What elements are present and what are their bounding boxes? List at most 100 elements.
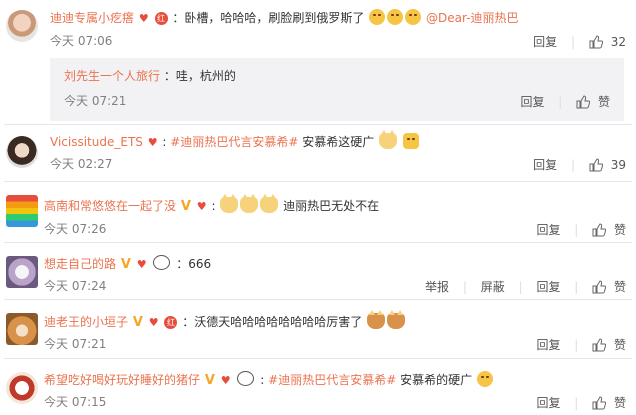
comment-actions: 回复 | 赞 [536,394,626,411]
comment-username[interactable]: 想走自己的路 [44,257,116,271]
divider [4,299,632,300]
fan-heart-icon: ♥ [196,200,207,213]
comment-text: ：沃德天哈哈哈哈哈哈哈哈厉害了 [182,315,363,329]
comment-username[interactable]: 希望吃好喝好玩好睡好的猪仔 [44,373,200,387]
thumbs-up-icon[interactable] [589,34,603,49]
divider: | [571,34,576,49]
colon-separator: : [162,135,167,149]
reply-button[interactable]: 回复 [520,94,544,110]
comment-actions: 回复 | 39 [533,156,626,173]
comment-time: 今天 07:26 [44,222,107,236]
like-button[interactable]: 赞 [614,279,626,295]
fan-medal-icon: 红 [164,316,178,329]
fan-heart-icon: ♥ [147,136,158,149]
thumbs-up-icon[interactable] [592,279,607,294]
surprised-emoji-icon [476,371,493,387]
thumbs-up-icon[interactable] [589,157,603,172]
comment-text: 迪丽热巴无处不在 [283,199,380,213]
comment-actions: 回复 | 赞 [536,336,626,353]
comment-actions: 回复 | 32 [533,33,626,50]
colon-separator: : [211,199,216,213]
vip-icon: V [180,199,191,214]
cat-emoji-icon [220,194,239,213]
like-count[interactable]: 39 [611,157,626,173]
fan-medal-icon: 红 [154,12,168,25]
vip-icon: V [132,315,143,330]
comment-text: 安慕希的硬广 [400,373,473,387]
thumbs-up-icon[interactable] [576,94,591,109]
avatar[interactable] [6,313,38,345]
divider: | [462,279,467,294]
like-button[interactable]: 赞 [614,337,626,353]
reply-username[interactable]: 刘先生一个人旅行 [64,69,160,83]
comment-username[interactable]: 高南和常悠悠在一起了没 [44,199,176,213]
reply-button[interactable]: 回复 [533,34,557,50]
like-button[interactable]: 赞 [614,222,626,238]
avatar[interactable] [6,136,38,168]
fan-heart-icon: ♥ [148,316,159,329]
comment-time: 今天 07:21 [44,337,107,351]
reply-button[interactable]: 回复 [536,222,560,238]
divider: | [574,279,579,294]
comment-text: ：卧槽，哈哈哈，刷脸刷到俄罗斯了 [172,11,365,25]
thumbs-up-icon[interactable] [592,395,607,410]
thumbs-up-emoji-icon [402,133,419,149]
divider [4,242,632,243]
fan-heart-icon: ♥ [136,258,147,271]
divider: | [574,337,579,352]
divider: | [571,157,576,172]
report-button[interactable]: 举报 [425,279,449,295]
cat-emoji-icon [260,194,279,213]
reply-button[interactable]: 回复 [536,337,560,353]
nested-reply: 刘先生一个人旅行 ：哇，杭州的 今天 07:21 回复 | 赞 [50,58,624,121]
colon-separator: : [260,373,265,387]
vip-icon: V [204,373,215,388]
reply-button[interactable]: 回复 [533,157,557,173]
vip-icon: V [120,257,131,272]
cat-emoji-icon [240,194,259,213]
comment-username[interactable]: 迪迪专属小疙瘩 [50,11,134,25]
avatar[interactable] [6,372,38,404]
reply-time: 今天 07:21 [64,94,127,108]
reply-button[interactable]: 回复 [536,395,560,411]
avatar[interactable] [6,256,38,288]
thumbs-up-icon[interactable] [592,222,607,237]
comment-actions: 回复 | 赞 [536,221,626,238]
comment-username[interactable]: Vicissitude_ETS [50,135,143,149]
fan-heart-icon: ♥ [138,12,149,25]
panda-icon [237,371,255,386]
comment-actions: 举报 | 屏蔽 | 回复 | 赞 [425,278,626,295]
reply-button[interactable]: 回复 [536,279,560,295]
like-button[interactable]: 赞 [598,94,610,110]
laugh-emoji-icon [405,9,422,25]
comment-time: 今天 07:06 [50,34,113,48]
divider: | [558,94,563,109]
like-button[interactable]: 赞 [614,395,626,411]
topic-link[interactable]: #迪丽热巴代言安慕希# [170,135,298,149]
divider [4,358,632,359]
cat-emoji-icon [379,130,398,149]
topic-link[interactable]: #迪丽热巴代言安慕希# [268,373,396,387]
avatar[interactable] [6,10,38,42]
divider [4,181,632,182]
avatar[interactable] [6,195,38,227]
mention-link[interactable]: @Dear-迪丽热巴 [426,11,518,25]
divider: | [574,222,579,237]
cat-emoji-icon [367,310,386,329]
reply-text: ：哇，杭州的 [163,69,236,83]
thumbs-up-icon[interactable] [592,337,607,352]
divider: | [574,395,579,410]
like-count[interactable]: 32 [611,34,626,50]
comment-time: 今天 07:15 [44,395,107,409]
comment-time: 今天 02:27 [50,157,113,171]
divider: | [518,279,523,294]
laugh-emoji-icon [387,9,404,25]
block-button[interactable]: 屏蔽 [481,279,505,295]
comment-text: 安慕希这硬广 [302,135,375,149]
panda-icon [153,255,171,270]
fan-heart-icon: ♥ [220,374,231,387]
comment-username[interactable]: 迪老王的小垣子 [44,315,128,329]
laugh-emoji-icon [369,9,386,25]
divider [4,124,632,125]
comment-time: 今天 07:24 [44,279,107,293]
